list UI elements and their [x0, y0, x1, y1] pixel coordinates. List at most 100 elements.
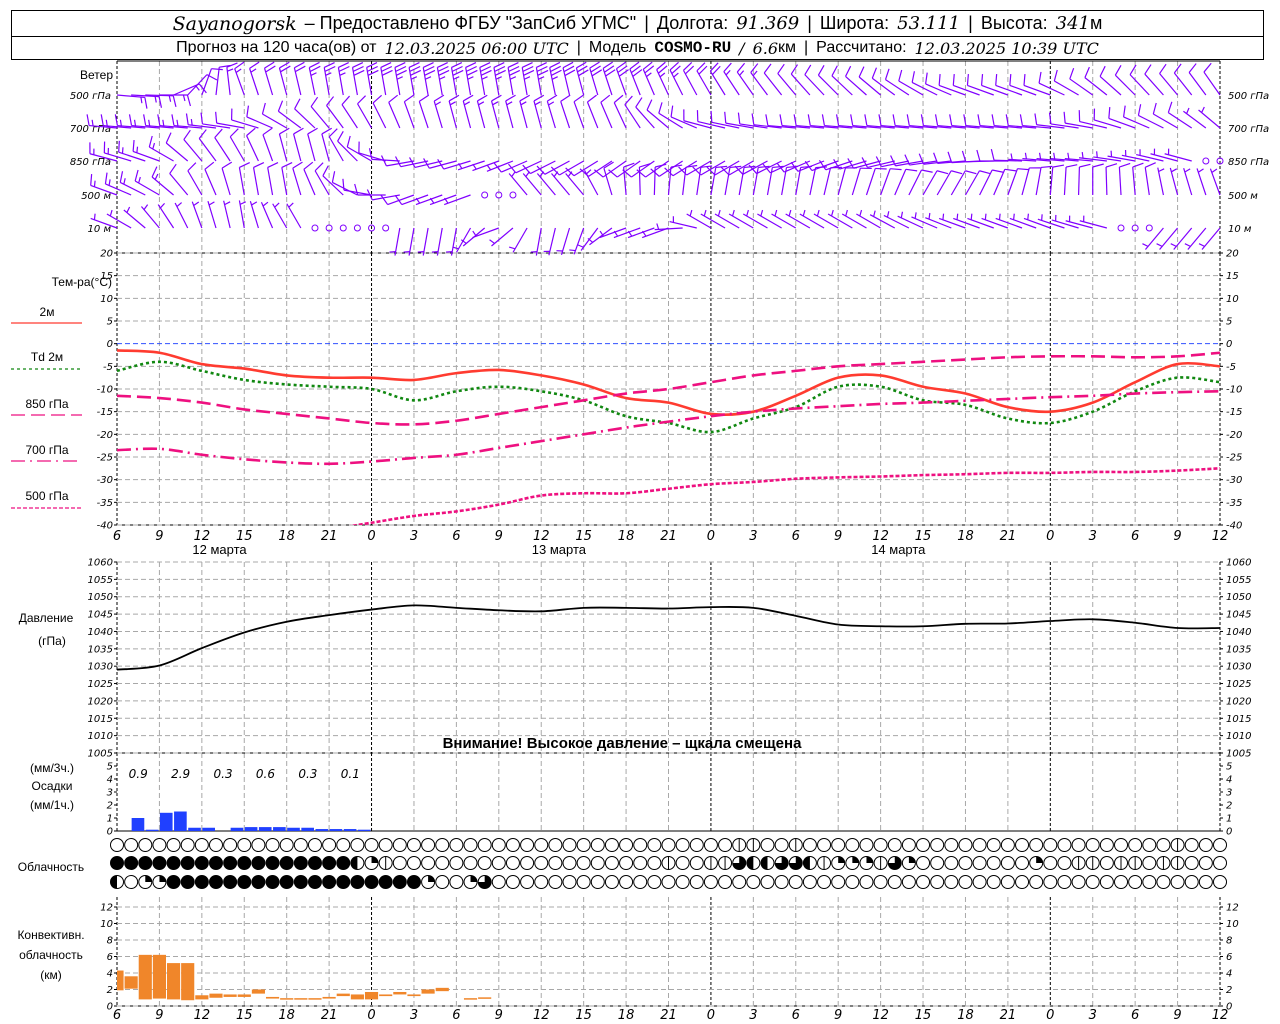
- cloud-cover-symbol: [548, 838, 563, 852]
- wind-barb-full: [779, 114, 783, 126]
- wind-barb: [530, 227, 542, 256]
- wind-barb-half: [746, 209, 749, 217]
- hour-label-bottom: 15: [575, 1008, 592, 1023]
- wind-barb-staff: [858, 76, 882, 96]
- temperature-tick-label-left: -5: [103, 362, 113, 373]
- cloud-circle: [760, 875, 775, 889]
- wind-barb-full: [1137, 104, 1142, 116]
- wind-barb: [799, 209, 825, 229]
- convective-cloud-bar: [379, 994, 393, 997]
- cloud-circle: [124, 838, 139, 852]
- cloud-circle: [350, 875, 365, 889]
- cloud-cover-symbol: [845, 875, 860, 889]
- wind-barb-full: [1108, 107, 1111, 119]
- wind-barb-full: [495, 69, 506, 76]
- wind-barb-staff: [238, 200, 245, 229]
- cloud-cover-symbol: [505, 838, 520, 852]
- cloud-circle: [237, 875, 252, 889]
- wind-barb-half: [1184, 168, 1191, 173]
- wind-barb-staff: [223, 200, 231, 229]
- wind-barb-full: [423, 65, 435, 72]
- wind-barb-staff: [118, 151, 146, 162]
- pressure-unit: (гПа): [38, 634, 66, 648]
- temperature-tick-label-left: 5: [107, 317, 113, 328]
- convective-cloud-bar: [308, 998, 322, 1000]
- cloud-fill-sector: [159, 875, 166, 882]
- cloud-cover-symbol: [958, 838, 973, 852]
- wind-barb: [116, 94, 148, 109]
- cloud-cover-symbol: [1071, 838, 1086, 852]
- temperature-tick-label-left: 0: [107, 339, 113, 350]
- convective-cloud-bar: [195, 995, 209, 1000]
- wind-barb-staff: [472, 160, 500, 172]
- wind-barb-full: [573, 94, 584, 103]
- temperature-series-line: [349, 467, 1220, 525]
- wind-barb-staff: [215, 67, 220, 96]
- hour-label-bottom: 3: [410, 1008, 418, 1023]
- cloud-cover-symbol: [718, 856, 733, 870]
- cloud-circle: [293, 838, 308, 852]
- wind-barb-full: [337, 131, 344, 142]
- wind-barb: [249, 201, 259, 229]
- wind-barb: [294, 98, 316, 129]
- wind-barb-full: [328, 128, 338, 138]
- wind-barb-full: [587, 94, 597, 103]
- wind-barb-full: [949, 114, 953, 126]
- cloud-cover-symbol: [166, 856, 181, 870]
- cloud-circle: [463, 856, 478, 870]
- cloud-circle: [336, 875, 351, 889]
- wind-barb-full: [448, 94, 460, 102]
- wind-barb: [341, 95, 358, 129]
- cloud-cover-symbol: [689, 838, 704, 852]
- wind-barb-staff: [519, 100, 528, 129]
- wind-barb-staff: [293, 133, 302, 162]
- wind-barb-full: [776, 162, 785, 173]
- pressure-title: Давление: [19, 611, 74, 625]
- wind-barb-full: [322, 165, 329, 177]
- wind-barb-full: [790, 64, 799, 75]
- hour-label-temperature: 0: [707, 529, 715, 544]
- precip-tick-label-right: 4: [1226, 775, 1232, 786]
- wind-barb-staff: [813, 213, 839, 229]
- hour-label-temperature: 3: [410, 529, 418, 544]
- hour-label-bottom: 6: [452, 1008, 460, 1023]
- cloud-circle: [647, 838, 662, 852]
- cloud-circle: [1000, 838, 1015, 852]
- wind-barb-full: [800, 165, 813, 169]
- wind-barb: [431, 227, 443, 256]
- hour-label-bottom: 0: [367, 1008, 375, 1023]
- hour-label-temperature: 6: [1131, 529, 1139, 544]
- cloud-circle: [1085, 875, 1100, 889]
- wind-barb-staff: [394, 227, 401, 256]
- wind-barb: [493, 62, 506, 96]
- cloud-circle: [1000, 875, 1015, 889]
- wind-barb-full: [1092, 163, 1104, 168]
- wind-barb-half: [489, 239, 495, 244]
- cloud-circle: [930, 838, 945, 852]
- convective-tick-label-left: 6: [107, 952, 113, 963]
- cloud-cover-symbol: [1184, 856, 1199, 870]
- wind-barb: [267, 162, 279, 196]
- cloud-circle: [307, 856, 322, 870]
- wind-barb-staff: [981, 84, 1009, 96]
- wind-barb-staff: [281, 167, 288, 196]
- wind-barb: [433, 94, 445, 129]
- cloud-circle: [293, 875, 308, 889]
- wind-barb-full: [480, 65, 492, 72]
- cloud-cover-symbol: [562, 856, 577, 870]
- wind-barb-half: [1053, 152, 1056, 160]
- convective-cloud-bar: [124, 976, 138, 989]
- wind-barb-staff: [307, 133, 316, 162]
- wind-barb-staff: [575, 67, 585, 96]
- hour-label-bottom: 21: [321, 1008, 338, 1023]
- cloud-cover-symbol: [208, 838, 223, 852]
- wind-barb-full: [925, 72, 928, 84]
- wind-barb-half: [830, 209, 834, 217]
- wind-barb-full: [422, 62, 434, 68]
- wind-barb: [157, 202, 175, 229]
- temperature-tick-label-left: -35: [97, 498, 113, 509]
- hour-label-temperature: 0: [367, 529, 375, 544]
- wind-barb-staff: [173, 83, 200, 96]
- cloud-cover-symbol: [562, 838, 577, 852]
- wind-barb-full: [380, 194, 389, 205]
